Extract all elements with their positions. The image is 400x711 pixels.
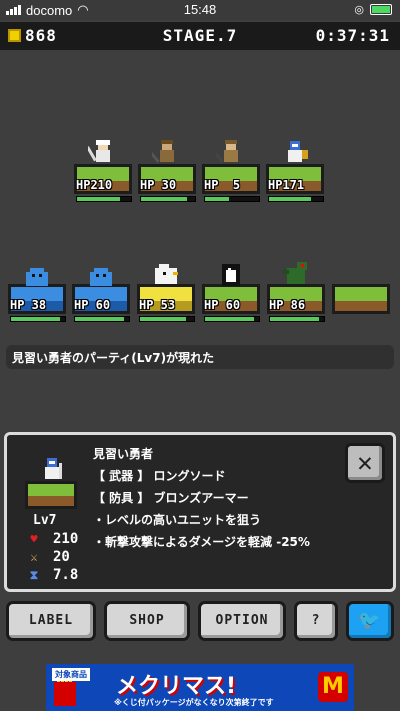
ad-title: メクリマス! xyxy=(116,674,237,699)
hp-fill xyxy=(205,317,254,321)
trait-line: ・斬撃攻撃によるダメージを軽減 -25% xyxy=(93,535,310,549)
blue-slime-icon xyxy=(26,268,48,286)
shop-button[interactable]: SHOP xyxy=(104,601,190,641)
option-button[interactable]: OPTION xyxy=(198,601,286,641)
hp-fill xyxy=(205,197,230,201)
party-unit[interactable]: HP 5 xyxy=(202,136,264,214)
trait-line: ・レベルの高いユニットを狙う xyxy=(93,513,262,527)
unit-name: 見習い勇者 xyxy=(93,447,154,461)
battle-message: 見習い勇者のパーティ(Lv7)が現れた xyxy=(6,345,394,369)
help-button[interactable]: ? xyxy=(294,601,338,641)
fighter-sprite-icon xyxy=(152,140,174,163)
ad-tag: 対象商品 xyxy=(52,668,90,681)
close-button[interactable]: ✕ xyxy=(345,443,385,483)
unit-hp-bar xyxy=(269,316,325,322)
unit-hp-bar xyxy=(74,316,130,322)
close-icon: ✕ xyxy=(357,448,373,478)
party-unit[interactable]: HP 30 xyxy=(138,136,200,214)
status-bar: docomo ◠ 15:48 ◎ xyxy=(0,0,400,20)
ad-banner[interactable]: 対象商品 メクリマス! ※くじ付パッケージがなくなり次第終了です M xyxy=(46,664,354,711)
unit-info-panel: Lv7 見習い勇者 【 武器 】 ロングソード 【 防具 】 ブロンズアーマー … xyxy=(4,432,396,592)
weapon-line: 【 武器 】 ロングソード xyxy=(93,469,226,483)
white-bird-icon xyxy=(155,264,178,284)
unit-hp-label: HP 5 xyxy=(204,178,241,192)
label-button[interactable]: LABEL xyxy=(6,601,96,641)
unit-hp-label: HP210 xyxy=(76,178,113,192)
stat-hp: 210 xyxy=(53,531,79,547)
empty-tile-slot[interactable] xyxy=(332,256,394,334)
archer-sprite-icon xyxy=(216,140,238,163)
knight-sprite-icon xyxy=(288,141,308,162)
unit-hp-label: HP 86 xyxy=(269,298,306,312)
mcdonalds-logo-icon: M xyxy=(318,672,348,702)
enemy-unit[interactable]: HP 60 xyxy=(72,256,134,334)
unit-hp-bar xyxy=(139,316,195,322)
orientation-lock-icon: ◎ xyxy=(354,4,364,16)
unit-hp-bar xyxy=(268,196,324,202)
hp-fill xyxy=(77,197,121,201)
hp-fill xyxy=(11,317,60,321)
unit-hp-bar xyxy=(204,316,260,322)
armor-line: 【 防具 】 ブロンズアーマー xyxy=(93,491,249,505)
stat-attack: 20 xyxy=(53,549,70,565)
timer: 0:37:31 xyxy=(315,26,390,45)
battery-icon xyxy=(370,4,392,15)
hero-portrait-icon xyxy=(45,458,62,479)
party-unit[interactable]: HP171 xyxy=(266,136,328,214)
green-dragon-icon xyxy=(283,262,307,284)
stat-speed: 7.8 xyxy=(53,567,79,583)
unit-hp-bar xyxy=(10,316,66,322)
unit-hp-label: HP 30 xyxy=(140,178,177,192)
unit-hp-label: HP 60 xyxy=(204,298,241,312)
enemy-unit[interactable]: HP 53 xyxy=(137,256,199,334)
black-penguin-icon xyxy=(222,264,240,286)
unit-hp-label: HP 60 xyxy=(74,298,111,312)
hp-fill xyxy=(140,317,186,321)
top-hud: 868 STAGE.7 0:37:31 xyxy=(0,22,400,50)
ad-subtitle: ※くじ付パッケージがなくなり次第終了です xyxy=(114,698,274,707)
hp-fill xyxy=(269,197,312,201)
unit-hp-label: HP 53 xyxy=(139,298,176,312)
twitter-bird-icon: 🐦 xyxy=(358,610,382,631)
hero-sprite-icon xyxy=(88,140,110,162)
unit-level: Lv7 xyxy=(33,513,57,528)
unit-hp-label: HP171 xyxy=(268,178,305,192)
grass-tile xyxy=(25,481,77,509)
blue-slime-icon xyxy=(90,268,112,286)
unit-hp-label: HP 38 xyxy=(10,298,47,312)
hp-fill xyxy=(75,317,124,321)
heart-icon: ♥ xyxy=(30,532,38,546)
unit-hp-bar xyxy=(76,196,132,202)
party-unit[interactable]: HP210 xyxy=(74,136,136,214)
hp-fill xyxy=(141,197,187,201)
fries-icon xyxy=(54,674,76,706)
hourglass-icon: ⧗ xyxy=(29,568,39,582)
clock: 15:48 xyxy=(183,2,217,17)
hp-fill xyxy=(270,317,319,321)
enemy-unit[interactable]: HP 60 xyxy=(202,256,264,334)
enemy-unit[interactable]: HP 86 xyxy=(267,256,329,334)
unit-hp-bar xyxy=(204,196,260,202)
sword-icon: ⚔ xyxy=(30,550,38,564)
enemy-unit[interactable]: HP 38 xyxy=(8,256,70,334)
unit-hp-bar xyxy=(140,196,196,202)
twitter-button[interactable]: 🐦 xyxy=(346,601,394,641)
grass-tile xyxy=(332,284,390,314)
